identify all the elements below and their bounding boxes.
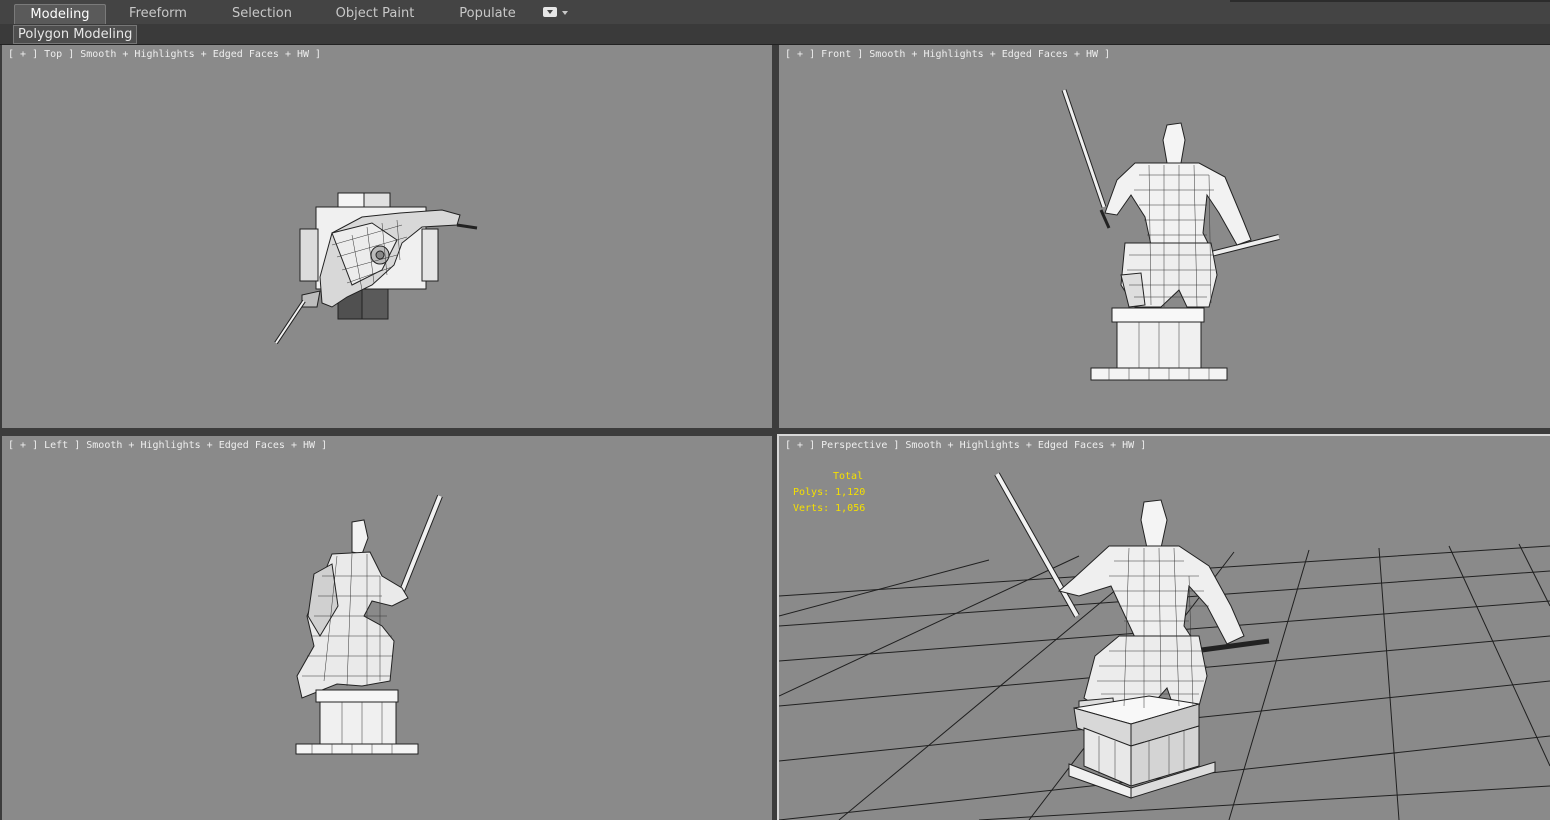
viewport-front-scene (1061, 89, 1280, 381)
tab-freeform[interactable]: Freeform (118, 4, 198, 23)
ribbon-bar: Modeling Freeform Selection Object Paint… (0, 0, 1550, 25)
viewport-top[interactable]: [ + ] Top ] Smooth + Highlights + Edged … (2, 45, 772, 428)
ribbon-options-icon[interactable] (543, 7, 557, 17)
viewport-perspective[interactable]: [ + ] Perspective ] Smooth + Highlights … (777, 434, 1550, 820)
viewport-perspective-scene (779, 472, 1550, 820)
tab-populate[interactable]: Populate (450, 4, 525, 23)
tab-selection[interactable]: Selection (222, 4, 302, 23)
ribbon-subbar: Polygon Modeling (0, 24, 1550, 45)
viewport-top-scene (274, 192, 478, 345)
viewport-left[interactable]: [ + ] Left ] Smooth + Highlights + Edged… (2, 436, 772, 820)
viewport-front[interactable]: [ + ] Front ] Smooth + Highlights + Edge… (779, 45, 1550, 428)
tab-modeling[interactable]: Modeling (14, 4, 106, 24)
tab-object-paint[interactable]: Object Paint (330, 4, 420, 23)
title-divider (1230, 0, 1550, 2)
polygon-modeling-panel[interactable]: Polygon Modeling (13, 25, 138, 44)
chevron-down-icon[interactable] (562, 11, 568, 15)
viewport-left-scene (295, 494, 443, 755)
